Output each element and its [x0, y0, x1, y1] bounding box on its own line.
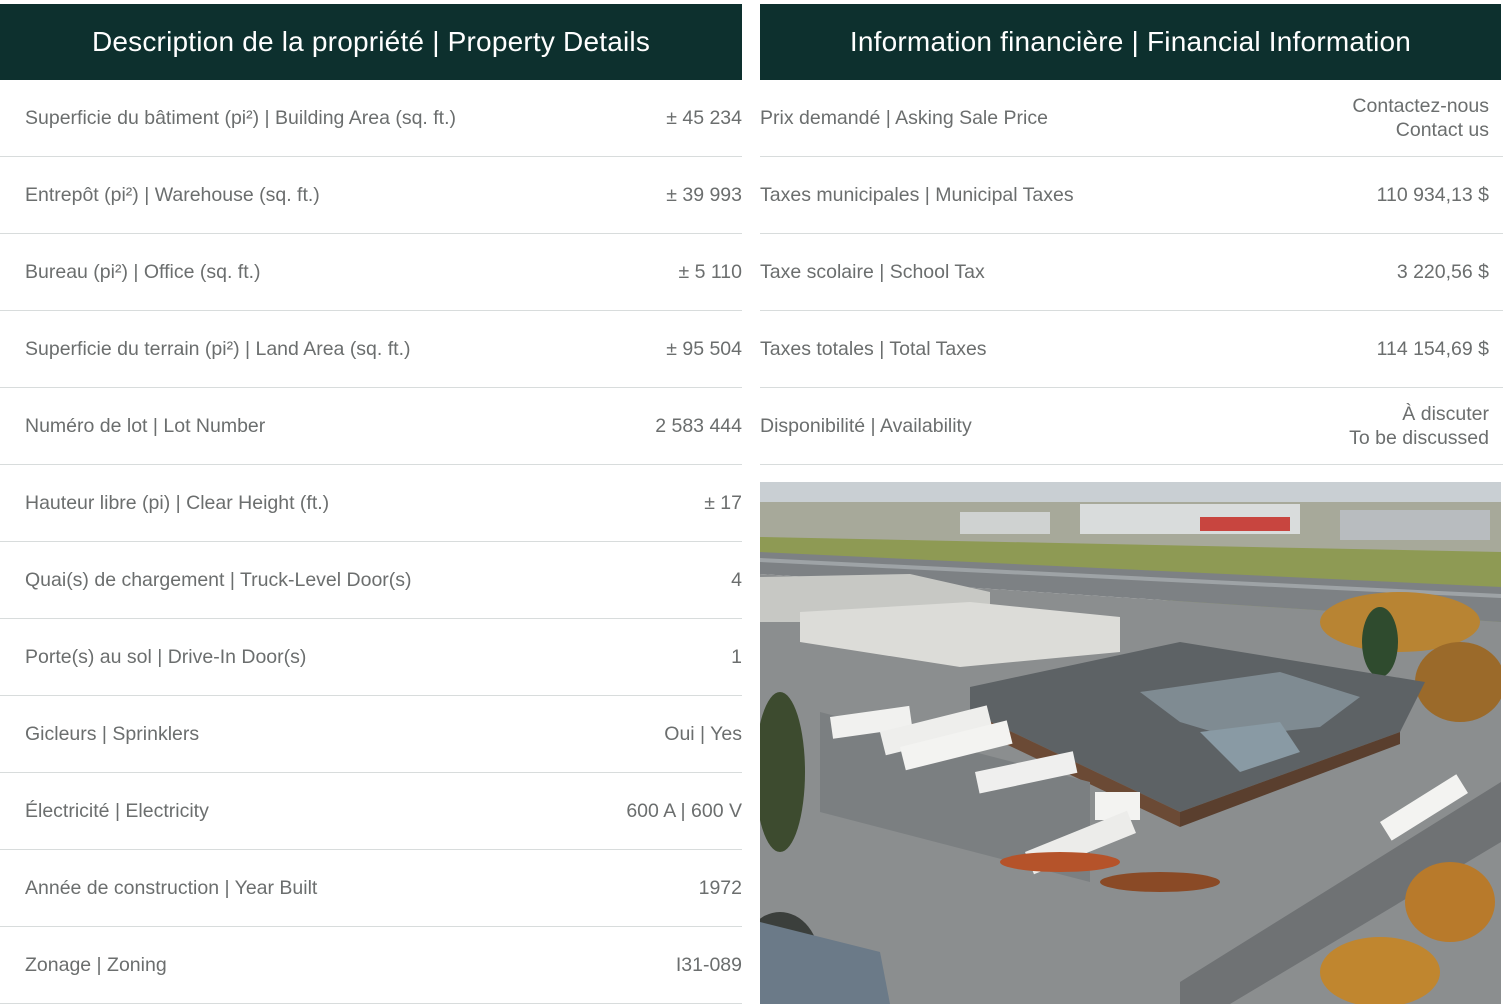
financial-row-availability: Disponibilité | Availability À discuter …	[760, 388, 1503, 465]
row-value: ± 45 234	[666, 107, 742, 129]
row-value: 4	[731, 569, 742, 591]
row-label: Hauteur libre (pi) | Clear Height (ft.)	[25, 491, 330, 514]
aerial-property-photo	[760, 482, 1501, 1004]
property-row-lot-number: Numéro de lot | Lot Number 2 583 444	[0, 388, 742, 465]
row-label: Gicleurs | Sprinklers	[25, 722, 200, 745]
row-value: Oui | Yes	[664, 723, 742, 745]
row-label: Taxes totales | Total Taxes	[760, 337, 987, 360]
property-row-office: Bureau (pi²) | Office (sq. ft.) ± 5 110	[0, 234, 742, 311]
row-label: Entrepôt (pi²) | Warehouse (sq. ft.)	[25, 183, 320, 206]
row-label: Zonage | Zoning	[25, 953, 167, 976]
row-value: À discuter To be discussed	[1349, 402, 1489, 450]
row-value-fr: À discuter	[1402, 403, 1489, 425]
property-row-land-area: Superficie du terrain (pi²) | Land Area …	[0, 311, 742, 388]
property-row-sprinklers: Gicleurs | Sprinklers Oui | Yes	[0, 696, 742, 773]
property-details-panel: Description de la propriété | Property D…	[0, 0, 742, 1004]
financial-information-list: Prix demandé | Asking Sale Price Contact…	[760, 80, 1503, 465]
property-details-header: Description de la propriété | Property D…	[0, 4, 742, 80]
financial-row-total-taxes: Taxes totales | Total Taxes 114 154,69 $	[760, 311, 1503, 388]
aerial-photo-illustration	[760, 482, 1501, 1004]
property-row-drive-in-doors: Porte(s) au sol | Drive-In Door(s) 1	[0, 619, 742, 696]
row-value: 2 583 444	[655, 415, 742, 437]
row-value: ± 5 110	[678, 261, 742, 283]
property-row-zoning: Zonage | Zoning I31-089	[0, 927, 742, 1004]
row-label: Prix demandé | Asking Sale Price	[760, 106, 1048, 129]
row-value: ± 95 504	[666, 338, 742, 360]
financial-row-municipal-taxes: Taxes municipales | Municipal Taxes 110 …	[760, 157, 1503, 234]
property-row-clear-height: Hauteur libre (pi) | Clear Height (ft.) …	[0, 465, 742, 542]
financial-row-asking-price: Prix demandé | Asking Sale Price Contact…	[760, 80, 1503, 157]
row-value: 110 934,13 $	[1376, 184, 1489, 206]
property-details-list: Superficie du bâtiment (pi²) | Building …	[0, 80, 742, 1004]
financial-information-header: Information financière | Financial Infor…	[760, 4, 1501, 80]
row-value-en: To be discussed	[1349, 427, 1489, 449]
row-label: Bureau (pi²) | Office (sq. ft.)	[25, 260, 261, 283]
row-value: I31-089	[675, 954, 742, 976]
row-value: Contactez-nous Contact us	[1352, 94, 1489, 142]
property-row-truck-doors: Quai(s) de chargement | Truck-Level Door…	[0, 542, 742, 619]
row-label: Quai(s) de chargement | Truck-Level Door…	[25, 568, 412, 591]
row-label: Superficie du terrain (pi²) | Land Area …	[25, 337, 411, 360]
property-row-year-built: Année de construction | Year Built 1972	[0, 850, 742, 927]
row-value: 600 A | 600 V	[626, 800, 742, 822]
row-value: 1972	[698, 877, 742, 899]
row-value: ± 17	[704, 492, 742, 514]
row-label: Porte(s) au sol | Drive-In Door(s)	[25, 645, 307, 668]
row-label: Numéro de lot | Lot Number	[25, 414, 266, 437]
property-row-building-area: Superficie du bâtiment (pi²) | Building …	[0, 80, 742, 157]
row-value: ± 39 993	[666, 184, 742, 206]
property-row-electricity: Électricité | Electricity 600 A | 600 V	[0, 773, 742, 850]
property-row-warehouse: Entrepôt (pi²) | Warehouse (sq. ft.) ± 3…	[0, 157, 742, 234]
row-label: Taxes municipales | Municipal Taxes	[760, 183, 1074, 206]
row-value-en: Contact us	[1395, 119, 1489, 141]
row-label: Année de construction | Year Built	[25, 876, 318, 899]
row-label: Électricité | Electricity	[25, 799, 209, 822]
row-label: Disponibilité | Availability	[760, 414, 972, 437]
row-value: 1	[731, 646, 742, 668]
row-label: Taxe scolaire | School Tax	[760, 260, 985, 283]
row-value: 114 154,69 $	[1376, 338, 1489, 360]
row-label: Superficie du bâtiment (pi²) | Building …	[25, 106, 457, 129]
row-value: 3 220,56 $	[1396, 261, 1489, 283]
financial-information-panel: Information financière | Financial Infor…	[760, 0, 1503, 1004]
row-value-fr: Contactez-nous	[1352, 95, 1489, 117]
financial-row-school-tax: Taxe scolaire | School Tax 3 220,56 $	[760, 234, 1503, 311]
